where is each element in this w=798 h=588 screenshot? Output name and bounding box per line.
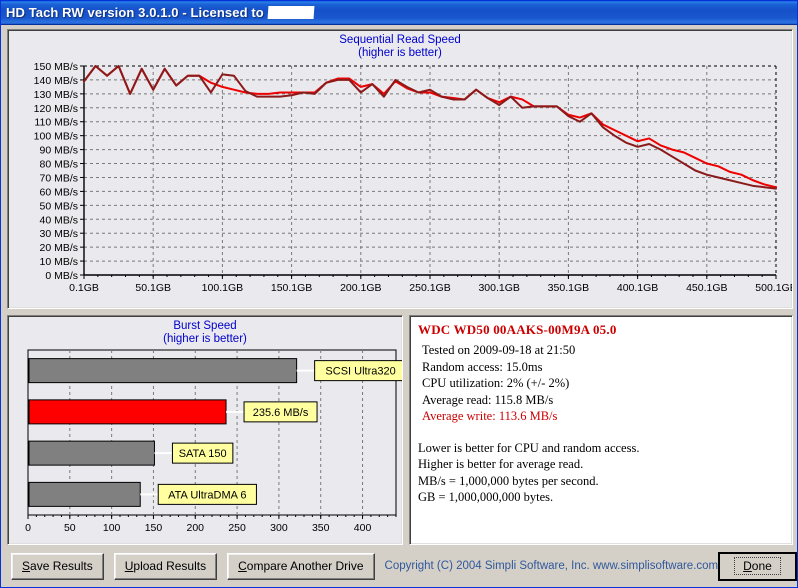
compare-rest: ompare Another Drive	[246, 559, 364, 573]
done-button[interactable]: Done	[718, 551, 797, 581]
save-accel: S	[22, 559, 31, 573]
window-client-area: Sequential Read Speed (higher is better)…	[1, 25, 797, 587]
upload-results-button[interactable]: Upload Results	[113, 552, 218, 580]
svg-text:70 MB/s: 70 MB/s	[39, 172, 78, 184]
svg-text:60 MB/s: 60 MB/s	[39, 186, 78, 198]
sequential-read-title-block: Sequential Read Speed (higher is better)	[8, 30, 792, 60]
save-results-button[interactable]: Save Results	[11, 552, 104, 580]
drive-info-panel: WDC WD50 00AAKS-00M9A 05.0 Tested on 200…	[409, 315, 793, 545]
svg-text:100.1GB: 100.1GB	[202, 282, 243, 294]
licensee-redaction-block	[267, 6, 315, 19]
save-rest: ave Results	[30, 559, 93, 573]
sequential-read-title: Sequential Read Speed	[339, 34, 461, 46]
window-titlebar: HD Tach RW version 3.0.1.0 - Licensed to	[1, 1, 797, 25]
svg-text:30 MB/s: 30 MB/s	[39, 228, 78, 240]
svg-text:350.1GB: 350.1GB	[548, 282, 589, 294]
svg-text:10 MB/s: 10 MB/s	[39, 256, 78, 268]
svg-text:140 MB/s: 140 MB/s	[34, 75, 78, 87]
svg-text:200.1GB: 200.1GB	[340, 282, 381, 294]
sequential-read-chart: 0 MB/s 10 MB/s 20 MB/s 30 MB/s 40 MB/s 50 MB/…	[34, 61, 792, 294]
cpu-utilization-label: CPU utilization: 2% (+/- 2%)	[422, 376, 570, 390]
svg-text:100 MB/s: 100 MB/s	[34, 131, 78, 143]
svg-text:450.1GB: 450.1GB	[686, 282, 727, 294]
compare-accel: C	[238, 559, 247, 573]
svg-text:400.1GB: 400.1GB	[617, 282, 658, 294]
compare-label: Compare Another Drive	[238, 559, 363, 573]
svg-text:SATA 150: SATA 150	[179, 448, 227, 460]
svg-text:150.1GB: 150.1GB	[271, 282, 312, 294]
note-line: Lower is better for CPU and random acces…	[418, 440, 640, 455]
svg-text:400: 400	[354, 522, 372, 534]
done-accel: D	[743, 559, 752, 573]
svg-text:50.1GB: 50.1GB	[135, 282, 171, 294]
svg-text:300.1GB: 300.1GB	[478, 282, 519, 294]
svg-text:0: 0	[25, 522, 31, 534]
svg-text:110 MB/s: 110 MB/s	[34, 117, 78, 129]
sequential-plot-wrapper: 0 MB/s 10 MB/s 20 MB/s 30 MB/s 40 MB/s 50 MB/…	[8, 60, 792, 305]
burst-speed-title-block: Burst Speed (higher is better)	[8, 316, 402, 346]
notes-block: Lower is better for CPU and random acces…	[416, 440, 786, 506]
drive-model-label: WDC WD50 00AAKS-00M9A 05.0	[418, 322, 617, 337]
burst-speed-subtitle: (higher is better)	[163, 333, 247, 345]
random-access-label: Random access: 15.0ms	[422, 359, 543, 374]
svg-text:SCSI Ultra320: SCSI Ultra320	[325, 366, 395, 378]
upload-results-label: Upload Results	[125, 559, 206, 573]
svg-text:300: 300	[270, 522, 288, 534]
average-write-label: Average write: 113.6 MB/s	[422, 409, 558, 423]
button-bar: Save Results Upload Results Compare Anot…	[1, 545, 797, 587]
svg-text:200: 200	[187, 522, 205, 534]
svg-text:40 MB/s: 40 MB/s	[39, 214, 78, 226]
sequential-read-panel: Sequential Read Speed (higher is better)…	[7, 29, 793, 309]
done-label: Done	[734, 557, 781, 575]
hdtach-window: HD Tach RW version 3.0.1.0 - Licensed to…	[0, 0, 798, 588]
svg-text:500.1GB: 500.1GB	[755, 282, 792, 294]
burst-speed-title: Burst Speed	[173, 320, 237, 332]
svg-text:235.6 MB/s: 235.6 MB/s	[253, 407, 309, 419]
done-rest: one	[751, 559, 772, 573]
save-results-label: Save Results	[22, 559, 93, 573]
compare-another-drive-button[interactable]: Compare Another Drive	[227, 552, 375, 580]
svg-text:50 MB/s: 50 MB/s	[39, 200, 78, 212]
average-read-label: Average read: 115.8 MB/s	[422, 392, 554, 407]
svg-text:50: 50	[64, 522, 76, 534]
svg-text:350: 350	[312, 522, 330, 534]
tested-on-label: Tested on 2009-09-18 at 21:50	[422, 343, 576, 357]
svg-text:120 MB/s: 120 MB/s	[34, 103, 78, 115]
svg-text:80 MB/s: 80 MB/s	[39, 159, 78, 171]
svg-text:150: 150	[145, 522, 163, 534]
svg-text:150 MB/s: 150 MB/s	[34, 61, 78, 73]
burst-speed-panel: Burst Speed (higher is better) 0 50 100 150…	[7, 315, 403, 545]
svg-text:20 MB/s: 20 MB/s	[39, 242, 78, 254]
svg-text:100: 100	[103, 522, 121, 534]
upload-rest: pload Results	[133, 559, 207, 573]
sequential-read-subtitle: (higher is better)	[358, 47, 442, 59]
svg-text:250: 250	[228, 522, 246, 534]
note-line: GB = 1,000,000,000 bytes.	[418, 490, 554, 504]
burst-speed-chart: 0 50 100 150 200 250 300 350 400 SCSI Ultra320 235…	[25, 349, 402, 534]
svg-text:ATA UltraDMA 6: ATA UltraDMA 6	[168, 489, 246, 501]
svg-text:0.1GB: 0.1GB	[69, 282, 99, 294]
window-title: HD Tach RW version 3.0.1.0 - Licensed to	[6, 5, 264, 20]
svg-text:0 MB/s: 0 MB/s	[45, 270, 78, 282]
burst-plot-wrapper: 0 50 100 150 200 250 300 350 400 SCSI Ultra320 235…	[8, 346, 402, 541]
svg-text:130 MB/s: 130 MB/s	[34, 89, 78, 101]
copyright-label: Copyright (C) 2004 Simpli Software, Inc.…	[384, 560, 719, 572]
svg-text:90 MB/s: 90 MB/s	[39, 145, 78, 157]
note-line: MB/s = 1,000,000 bytes per second.	[418, 473, 599, 488]
svg-text:250.1GB: 250.1GB	[409, 282, 450, 294]
note-line: Higher is better for average read.	[418, 457, 584, 471]
